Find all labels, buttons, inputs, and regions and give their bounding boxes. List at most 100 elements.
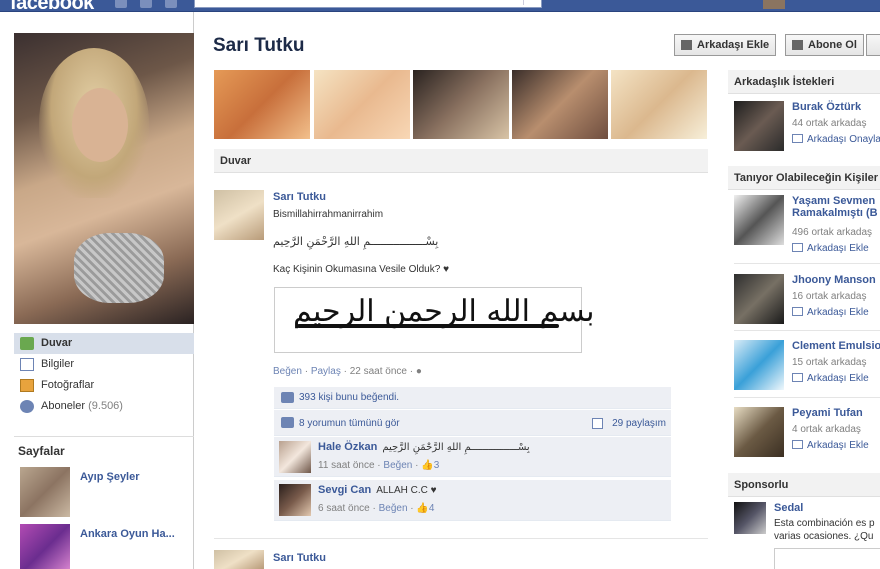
sponsored-title: Sponsorlu xyxy=(728,473,880,497)
notifications-icon[interactable] xyxy=(165,0,177,8)
profile-photo[interactable] xyxy=(14,33,194,324)
search-input[interactable] xyxy=(194,0,542,8)
globe-icon: ● xyxy=(415,366,422,377)
post-author[interactable]: Sarı Tutku xyxy=(273,191,326,203)
post-text-line: بِسْـــــــــــــــــمِ اللهِ الرَّحْمَن… xyxy=(273,235,439,248)
page-item[interactable]: Ankara Oyun Ha... xyxy=(18,524,194,569)
comment: Hale Özkan بِسْــــــــــــــــمِ اللهِ ا… xyxy=(274,437,671,477)
comment-author[interactable]: Hale Özkan بِسْــــــــــــــــمِ اللهِ ا… xyxy=(318,441,530,453)
likes-row: 393 kişi bunu beğendi. xyxy=(274,387,671,409)
profile-name: Sarı Tutku xyxy=(213,35,305,56)
comment-time[interactable]: 11 saat önce xyxy=(318,460,375,471)
strip-photo[interactable] xyxy=(512,70,608,139)
mutual-friends[interactable]: 4 ortak arkadaş xyxy=(792,424,861,435)
add-friend-icon xyxy=(792,440,803,449)
confirm-friend-button[interactable]: Arkadaşı Onayla xyxy=(792,134,880,145)
mutual-friends[interactable]: 496 ortak arkadaş xyxy=(792,227,872,238)
post-author[interactable]: Sarı Tutku xyxy=(273,552,326,564)
account-avatar[interactable] xyxy=(763,0,785,9)
nav-item-subscribers[interactable]: Aboneler (9.506) xyxy=(14,396,194,417)
suggestion-thumbnail[interactable] xyxy=(734,274,784,324)
suggestion-thumbnail[interactable] xyxy=(734,407,784,457)
comment-time[interactable]: 6 saat önce xyxy=(318,503,370,514)
thumbs-up-icon xyxy=(281,392,294,403)
page-name[interactable]: Ayıp Şeyler xyxy=(80,471,140,483)
suggestion-name[interactable]: Peyami Tufan xyxy=(792,407,863,419)
post-timestamp[interactable]: 22 saat önce xyxy=(350,366,407,377)
post-image[interactable]: بسم الله الرحمن الرحيم xyxy=(274,287,594,353)
friend-requests-icon[interactable] xyxy=(115,0,127,8)
comment-avatar[interactable] xyxy=(279,441,311,473)
page-thumbnail[interactable] xyxy=(20,524,70,569)
add-friend-link[interactable]: Arkadaşı Ekle xyxy=(792,440,869,451)
mutual-friends[interactable]: 15 ortak arkadaş xyxy=(792,357,867,368)
message-button[interactable] xyxy=(866,34,880,56)
likes-text[interactable]: 393 kişi bunu beğendi. xyxy=(299,392,399,403)
comment-author[interactable]: Sevgi Can ALLAH C.C ♥ xyxy=(318,484,437,496)
nav-item-photos[interactable]: Fotoğraflar xyxy=(14,375,194,396)
people-you-may-know-title: Tanıyor Olabileceğin Kişiler xyxy=(728,166,880,190)
share-link[interactable]: Paylaş xyxy=(311,366,341,377)
page-name[interactable]: Ankara Oyun Ha... xyxy=(80,528,175,540)
suggestion-name[interactable]: Yaşamı Sevmen Ramakalmıştı (B xyxy=(792,195,878,219)
subscriber-count: (9.506) xyxy=(88,400,123,412)
suggestion-name[interactable]: Clement Emulsio xyxy=(792,340,880,352)
divider xyxy=(734,263,880,264)
strip-photo[interactable] xyxy=(314,70,410,139)
add-friend-icon xyxy=(792,373,803,382)
nav-item-info[interactable]: Bilgiler xyxy=(14,354,194,375)
page-item[interactable]: Ayıp Şeyler xyxy=(18,467,194,517)
strip-photo[interactable] xyxy=(214,70,310,139)
page-thumbnail[interactable] xyxy=(20,467,70,517)
rss-icon xyxy=(792,40,803,50)
suggestion-thumbnail[interactable] xyxy=(734,340,784,390)
subscribe-button[interactable]: Abone Ol xyxy=(785,34,864,56)
share-icon xyxy=(592,418,603,429)
view-all-comments-link[interactable]: 8 yorumun tümünü gör xyxy=(299,418,400,429)
add-friend-button[interactable]: Arkadaşı Ekle xyxy=(674,34,777,56)
like-link[interactable]: Beğen xyxy=(273,366,302,377)
comment-text: بِسْــــــــــــــــمِ اللهِ الرَّحْمَنِ… xyxy=(382,442,530,453)
photo-strip xyxy=(214,70,708,139)
suggestion-name[interactable]: Jhoony Manson xyxy=(792,274,876,286)
left-column: Duvar Bilgiler Fotoğraflar Aboneler (9.5… xyxy=(0,12,194,569)
pages-title: Sayfalar xyxy=(18,444,65,458)
strip-photo[interactable] xyxy=(413,70,509,139)
mutual-friends[interactable]: 16 ortak arkadaş xyxy=(792,291,867,302)
post-author-avatar[interactable] xyxy=(214,550,264,569)
add-friend-link[interactable]: Arkadaşı Ekle xyxy=(792,307,869,318)
comments-summary-row: 8 yorumun tümünü gör 29 paylaşım xyxy=(274,410,671,436)
ad-thumbnail[interactable] xyxy=(734,502,766,534)
suggestion-thumbnail[interactable] xyxy=(734,195,784,245)
search-icon[interactable] xyxy=(523,0,537,5)
share-count[interactable]: 29 paylaşım xyxy=(612,418,666,429)
comment-avatar[interactable] xyxy=(279,484,311,516)
add-friend-icon xyxy=(792,134,803,143)
divider xyxy=(14,436,194,437)
add-friend-icon xyxy=(792,243,803,252)
friend-thumbnail[interactable] xyxy=(734,101,784,151)
ad-image[interactable] xyxy=(774,548,880,569)
comment-like-count[interactable]: 👍4 xyxy=(416,503,434,514)
comment-like-count[interactable]: 👍3 xyxy=(421,460,439,471)
comment-like-link[interactable]: Beğen xyxy=(379,503,408,514)
comment-like-link[interactable]: Beğen xyxy=(383,460,412,471)
info-icon xyxy=(20,358,34,371)
divider xyxy=(734,330,880,331)
comment: Sevgi Can ALLAH C.C ♥ 6 saat önce · Beğen… xyxy=(274,480,671,521)
post-author-avatar[interactable] xyxy=(214,190,264,240)
add-friend-link[interactable]: Arkadaşı Ekle xyxy=(792,243,869,254)
add-friend-link[interactable]: Arkadaşı Ekle xyxy=(792,373,869,384)
nav-item-wall[interactable]: Duvar xyxy=(14,333,194,354)
post-text-line: Bismillahirrahmanirrahim xyxy=(273,209,384,220)
add-friend-icon xyxy=(681,40,692,50)
messages-icon[interactable] xyxy=(140,0,152,8)
strip-photo[interactable] xyxy=(611,70,707,139)
ad-text: Esta combinación es p xyxy=(774,518,875,529)
comment-meta: 11 saat önce · Beğen · 👍3 xyxy=(318,460,440,471)
mutual-friends[interactable]: 44 ortak arkadaş xyxy=(792,118,867,129)
profile-nav: Duvar Bilgiler Fotoğraflar Aboneler (9.5… xyxy=(14,333,194,417)
photos-icon xyxy=(20,379,34,392)
ad-title[interactable]: Sedal xyxy=(774,502,803,514)
friend-name[interactable]: Burak Öztürk xyxy=(792,101,861,113)
